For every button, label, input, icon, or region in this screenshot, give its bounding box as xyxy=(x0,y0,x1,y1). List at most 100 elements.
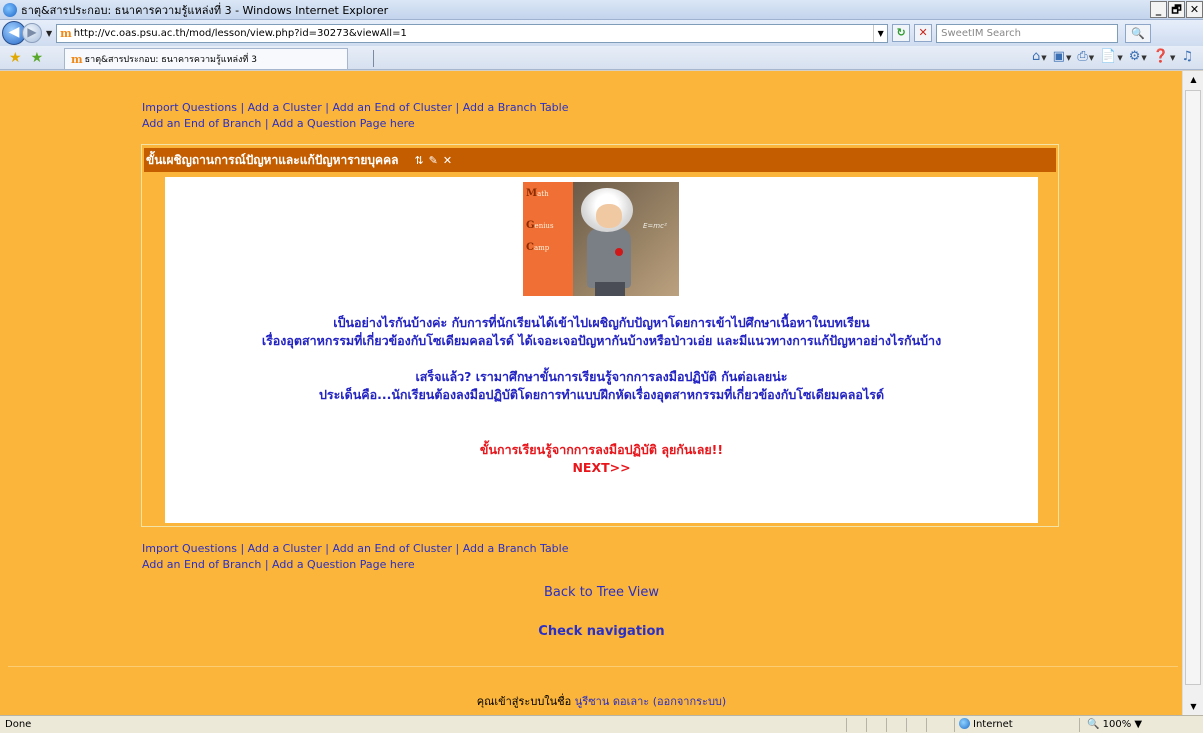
logout-link[interactable]: (ออกจากระบบ) xyxy=(653,695,727,708)
edit-links-bottom: Import Questions | Add a Cluster | Add a… xyxy=(142,541,569,573)
add-end-cluster-link[interactable]: Add an End of Cluster xyxy=(332,542,452,555)
search-button[interactable]: 🔍 xyxy=(1125,23,1152,43)
page-icon[interactable]: 📄▼ xyxy=(1100,49,1123,64)
figure-face xyxy=(596,204,622,228)
edit-icon[interactable]: ✎ xyxy=(429,154,443,167)
research-icon[interactable]: ♫ xyxy=(1181,49,1193,64)
figure-body xyxy=(587,228,631,288)
link-separator: | xyxy=(264,558,269,571)
help-icon[interactable]: ❓▼ xyxy=(1153,49,1176,64)
window-title-bar: ธาตุ&สารประกอบ: ธนาคารความรู้แหล่งที่ 3 … xyxy=(0,0,1203,20)
math-genius-camp-image: Math Genius Camp E=mc² xyxy=(523,182,679,296)
link-separator: | xyxy=(455,542,460,555)
zoom-level[interactable]: 🔍 100% ▼ xyxy=(1079,717,1142,732)
add-cluster-link[interactable]: Add a Cluster xyxy=(248,542,322,555)
recent-pages-dropdown[interactable]: ▼ xyxy=(46,29,52,38)
address-toolbar: ◀ ▶ ▼ m http://vc.oas.psu.ac.th/mod/less… xyxy=(0,20,1203,46)
close-button[interactable]: ✕ xyxy=(1186,1,1203,18)
search-input[interactable]: SweetIM Search xyxy=(936,23,1119,43)
edit-links-top: Import Questions | Add a Cluster | Add a… xyxy=(142,100,569,132)
page-action-icons: ⇅✎✕ xyxy=(414,154,457,167)
image-letter: Camp xyxy=(526,242,550,253)
page-content: Import Questions | Add a Cluster | Add a… xyxy=(0,71,1182,715)
call-to-action: ขั้นการเรียนรู้จากการลงมือปฏิบัติ ลุยกัน… xyxy=(165,441,1038,477)
vertical-scrollbar[interactable]: ▲ ▼ xyxy=(1182,71,1203,715)
address-dropdown-icon[interactable]: ▼ xyxy=(873,24,887,42)
check-navigation-link[interactable]: Check navigation xyxy=(0,624,1182,639)
stop-button[interactable]: ✕ xyxy=(914,24,933,42)
lesson-page-title: ขั้นเผชิญถานการณ์ปัญหาและแก้ปัญหารายบุคค… xyxy=(146,152,399,167)
footer-divider xyxy=(8,666,1178,667)
forward-button[interactable]: ▶ xyxy=(22,23,42,43)
window-controls: _ 🗗 ✕ xyxy=(1149,1,1203,18)
move-icon[interactable]: ⇅ xyxy=(414,154,428,167)
user-profile-link[interactable]: นูรีซาน ดอเลาะ xyxy=(575,695,649,708)
scroll-up-icon[interactable]: ▲ xyxy=(1183,71,1203,88)
paragraph-next-step: เสร็จแล้ว? เรามาศึกษาขั้นการเรียนรู้จากก… xyxy=(165,368,1038,404)
address-field[interactable]: m http://vc.oas.psu.ac.th/mod/lesson/vie… xyxy=(56,23,889,43)
text-line: เรื่องอุตสาหกรรมที่เกี่ยวข้องกับโซเดียมค… xyxy=(261,333,942,348)
internet-explorer-icon xyxy=(3,2,17,17)
restore-button[interactable]: 🗗 xyxy=(1168,1,1185,18)
import-questions-link[interactable]: Import Questions xyxy=(142,542,237,555)
moodle-icon: m xyxy=(71,52,83,66)
login-prefix: คุณเข้าสู่ระบบในชื่อ xyxy=(476,695,572,708)
next-link[interactable]: NEXT>> xyxy=(165,459,1038,477)
scroll-down-icon[interactable]: ▼ xyxy=(1183,698,1203,715)
favorites-star-icon[interactable]: ★ xyxy=(9,50,22,66)
link-separator: | xyxy=(325,542,329,555)
home-icon[interactable]: ⌂▼ xyxy=(1032,49,1047,64)
refresh-button[interactable]: ↻ xyxy=(892,24,911,42)
moodle-icon: m xyxy=(60,26,72,40)
add-end-branch-link[interactable]: Add an End of Branch xyxy=(142,117,261,130)
globe-icon xyxy=(959,717,970,729)
import-questions-link[interactable]: Import Questions xyxy=(142,101,237,114)
command-bar: ⌂▼ ▣▼ ⎙▼ 📄▼ ⚙▼ ❓▼ ♫ xyxy=(1026,49,1193,64)
status-bar: Done Internet 🔍 100% ▼ xyxy=(0,715,1203,733)
login-info: คุณเข้าสู่ระบบในชื่อ นูรีซาน ดอเลาะ (ออก… xyxy=(0,692,1182,710)
delete-icon[interactable]: ✕ xyxy=(443,154,457,167)
status-text: Done xyxy=(5,719,32,730)
scroll-thumb[interactable] xyxy=(1185,90,1201,685)
add-branch-table-link[interactable]: Add a Branch Table xyxy=(463,101,569,114)
image-letter: Math xyxy=(526,188,549,199)
image-side-strip: Math Genius Camp xyxy=(523,182,573,296)
security-zone: Internet xyxy=(954,717,1079,732)
add-branch-table-link[interactable]: Add a Branch Table xyxy=(463,542,569,555)
address-text[interactable]: http://vc.oas.psu.ac.th/mod/lesson/view.… xyxy=(74,28,873,39)
image-letter: Genius xyxy=(526,220,554,231)
tools-icon[interactable]: ⚙▼ xyxy=(1129,49,1147,64)
lesson-page-header: ขั้นเผชิญถานการณ์ปัญหาและแก้ปัญหารายบุคค… xyxy=(144,148,1056,172)
tab-separator xyxy=(373,50,374,67)
call-to-action-text: ขั้นการเรียนรู้จากการลงมือปฏิบัติ ลุยกัน… xyxy=(479,442,724,457)
link-separator: | xyxy=(264,117,269,130)
print-icon[interactable]: ⎙▼ xyxy=(1077,49,1094,64)
add-end-branch-link[interactable]: Add an End of Branch xyxy=(142,558,261,571)
window-title: ธาตุ&สารประกอบ: ธนาคารความรู้แหล่งที่ 3 … xyxy=(21,3,389,17)
figure-legs xyxy=(595,282,625,296)
lesson-page-box: ขั้นเผชิญถานการณ์ปัญหาและแก้ปัญหารายบุคค… xyxy=(141,144,1059,527)
add-cluster-link[interactable]: Add a Cluster xyxy=(248,101,322,114)
add-end-cluster-link[interactable]: Add an End of Cluster xyxy=(332,101,452,114)
figure-ball xyxy=(615,248,623,256)
minimize-button[interactable]: _ xyxy=(1150,1,1167,18)
status-pane xyxy=(926,717,946,732)
add-favorites-icon[interactable]: ★ xyxy=(31,50,44,66)
paragraph-reflection: เป็นอย่างไรกันบ้างค่ะ กับการที่นักเรียนไ… xyxy=(165,314,1038,350)
back-to-tree-view-link[interactable]: Back to Tree View xyxy=(0,585,1182,600)
zoom-value: 100% xyxy=(1102,718,1132,730)
status-pane xyxy=(906,717,926,732)
status-pane xyxy=(866,717,886,732)
add-question-page-link[interactable]: Add a Question Page here xyxy=(272,558,415,571)
image-equation: E=mc² xyxy=(643,222,667,230)
tab-lesson[interactable]: m ธาตุ&สารประกอบ: ธนาคารความรู้แหล่งที่ … xyxy=(64,48,348,69)
text-line: เสร็จแล้ว? เรามาศึกษาขั้นการเรียนรู้จากก… xyxy=(415,369,788,384)
tab-title: ธาตุ&สารประกอบ: ธนาคารความรู้แหล่งที่ 3 xyxy=(84,55,257,65)
add-question-page-link[interactable]: Add a Question Page here xyxy=(272,117,415,130)
zone-label: Internet xyxy=(973,718,1013,730)
feeds-icon[interactable]: ▣▼ xyxy=(1053,49,1072,64)
text-line: เป็นอย่างไรกันบ้างค่ะ กับการที่นักเรียนไ… xyxy=(333,315,870,330)
link-separator: | xyxy=(240,101,245,114)
link-separator: | xyxy=(240,542,245,555)
lesson-text: เป็นอย่างไรกันบ้างค่ะ กับการที่นักเรียนไ… xyxy=(165,314,1038,422)
